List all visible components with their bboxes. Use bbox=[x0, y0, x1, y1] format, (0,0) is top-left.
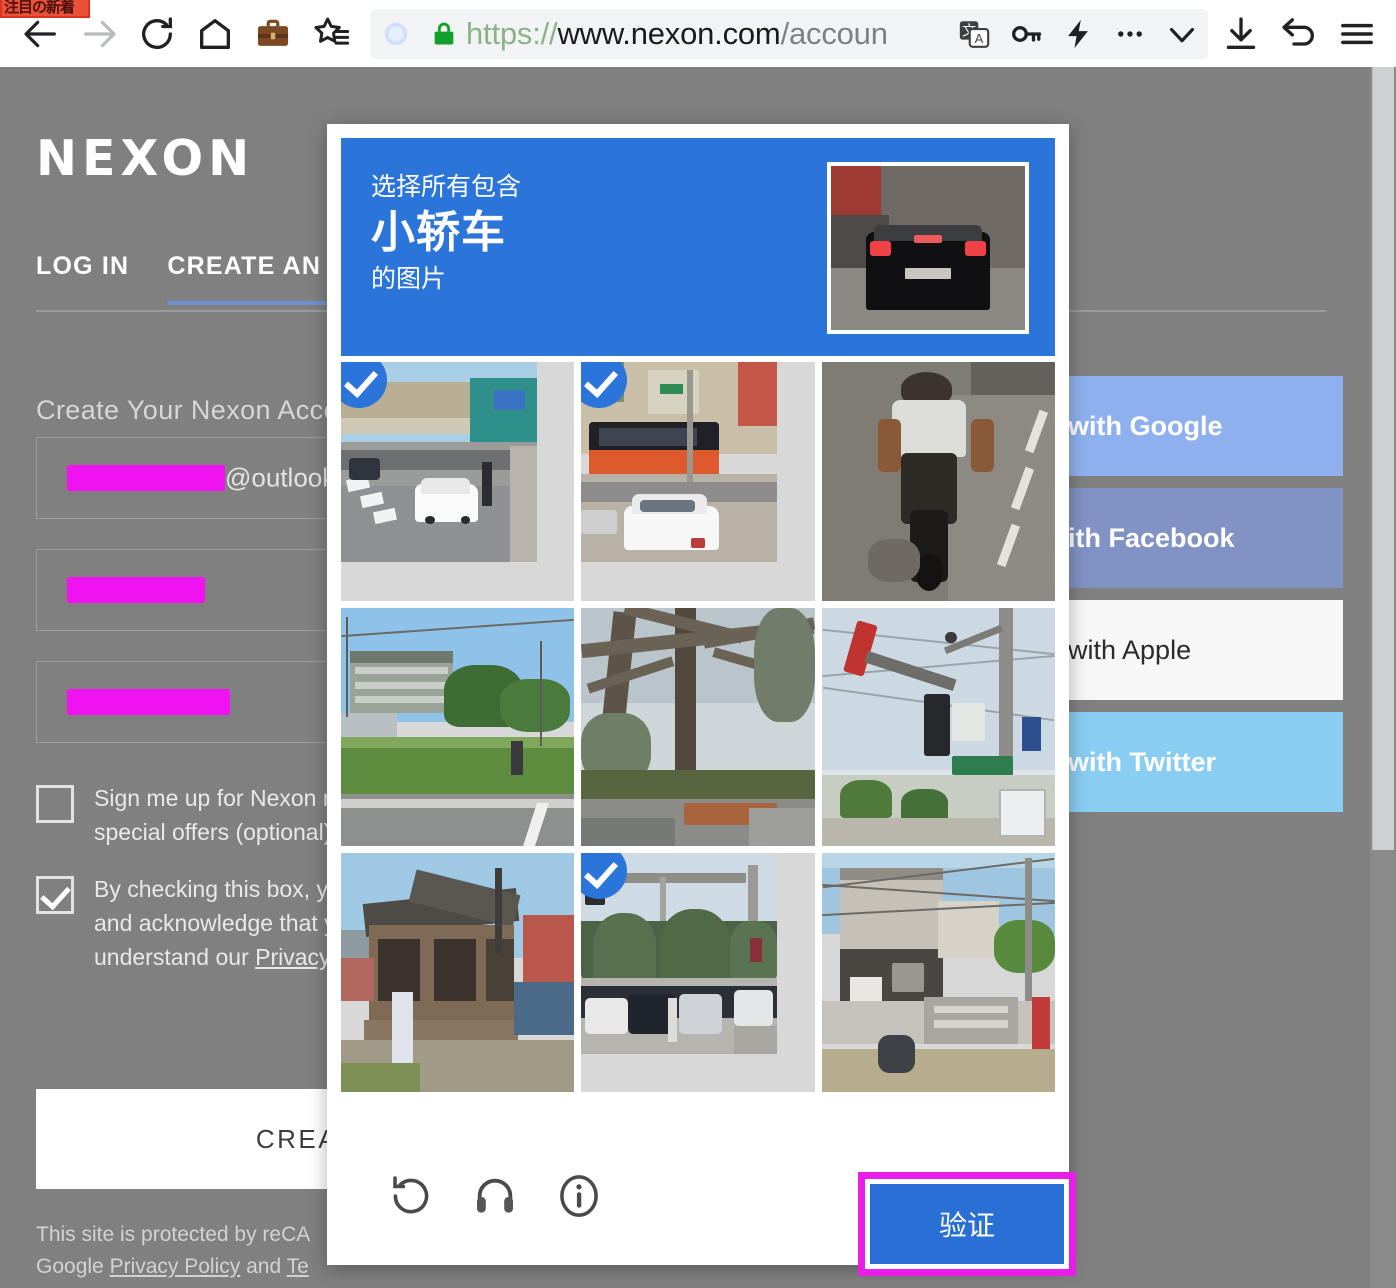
browser-toolbar: 注目の新着 https://www.nexon.com/accoun 文A bbox=[0, 0, 1396, 67]
url-text[interactable]: https://www.nexon.com/accoun bbox=[466, 16, 948, 52]
prompt-line-3: 的图片 bbox=[371, 262, 521, 296]
prompt-line-1: 选择所有包含 bbox=[371, 170, 521, 204]
confirm-password-redaction bbox=[67, 689, 230, 715]
recaptcha-tile-grid bbox=[341, 362, 1055, 1092]
page-scrollbar[interactable] bbox=[1370, 67, 1396, 1288]
menu-icon[interactable] bbox=[1328, 5, 1386, 63]
history-back-icon[interactable] bbox=[1270, 5, 1328, 63]
table-row[interactable] bbox=[822, 362, 1055, 601]
table-row[interactable] bbox=[341, 608, 574, 847]
sign-in-with-twitter-button[interactable]: with Twitter bbox=[1068, 712, 1343, 812]
recaptcha-prompt: 选择所有包含 小轿车 的图片 bbox=[341, 138, 521, 296]
chevron-down-icon[interactable] bbox=[1156, 9, 1208, 59]
terms-line-1: By checking this box, yo bbox=[94, 872, 341, 906]
password-redaction bbox=[67, 577, 205, 603]
table-row[interactable] bbox=[581, 853, 814, 1092]
sign-in-with-apple-button[interactable]: with Apple bbox=[1068, 600, 1343, 700]
table-row[interactable] bbox=[341, 853, 574, 1092]
sign-in-with-facebook-button[interactable]: ith Facebook bbox=[1068, 488, 1343, 588]
notification-badge-label: 注目の新着 bbox=[2, 0, 88, 16]
email-domain-text: @outlook bbox=[225, 463, 335, 494]
apple-button-label: with Apple bbox=[1068, 635, 1191, 666]
recaptcha-notice-line-2: Google Privacy Policy and Te bbox=[36, 1251, 310, 1283]
table-row[interactable] bbox=[581, 362, 814, 601]
verify-button-highlight: 验证 bbox=[858, 1172, 1076, 1276]
info-icon[interactable] bbox=[537, 1161, 621, 1231]
notification-badge: 注目の新着 bbox=[0, 0, 90, 18]
sign-in-with-google-button[interactable]: with Google bbox=[1068, 376, 1343, 476]
page-scrollbar-thumb[interactable] bbox=[1372, 67, 1394, 850]
home-icon[interactable] bbox=[186, 5, 244, 63]
table-row[interactable] bbox=[822, 853, 1055, 1092]
tile-image-7 bbox=[341, 853, 574, 1092]
recaptcha-image-challenge-dialog: 选择所有包含 小轿车 的图片 bbox=[327, 124, 1069, 1265]
tile-image-6 bbox=[822, 608, 1055, 847]
recaptcha-notice-line-1: This site is protected by reCA bbox=[36, 1219, 310, 1251]
recaptcha-header: 选择所有包含 小轿车 的图片 bbox=[341, 138, 1055, 356]
google-terms-link[interactable]: Te bbox=[287, 1255, 309, 1278]
terms-checkbox[interactable] bbox=[36, 876, 74, 914]
terms-line-2: and acknowledge that y bbox=[94, 906, 341, 940]
download-icon[interactable] bbox=[1212, 5, 1270, 63]
audio-headphone-icon[interactable] bbox=[453, 1161, 537, 1231]
google-button-label: with Google bbox=[1068, 411, 1223, 442]
more-icon[interactable] bbox=[1104, 9, 1156, 59]
tab-create-account[interactable]: CREATE AN A bbox=[167, 252, 347, 305]
tile-image-4 bbox=[341, 608, 574, 847]
translate-icon[interactable]: 文A bbox=[948, 9, 1000, 59]
verify-button[interactable]: 验证 bbox=[865, 1179, 1069, 1269]
nexon-logo: NEXON bbox=[36, 130, 254, 187]
prompt-target-object: 小轿车 bbox=[371, 204, 521, 262]
google-privacy-link[interactable]: Privacy Policy bbox=[110, 1255, 241, 1278]
newsletter-checkbox[interactable] bbox=[36, 785, 74, 823]
lightning-icon[interactable] bbox=[1052, 9, 1104, 59]
address-bar[interactable]: https://www.nexon.com/accoun 文A bbox=[370, 9, 1208, 59]
briefcase-icon[interactable] bbox=[244, 5, 302, 63]
tile-image-5 bbox=[581, 608, 814, 847]
example-image-thumbnail bbox=[827, 162, 1029, 334]
form-title: Create Your Nexon Acco bbox=[36, 395, 339, 426]
facebook-button-label: ith Facebook bbox=[1068, 523, 1235, 554]
collections-icon[interactable] bbox=[302, 5, 360, 63]
terms-label: By checking this box, yo and acknowledge… bbox=[94, 872, 341, 974]
svg-text:A: A bbox=[975, 32, 984, 47]
newsletter-label: Sign me up for Nexon n special offers (o… bbox=[94, 781, 336, 849]
email-redaction bbox=[67, 465, 225, 491]
shield-icon[interactable] bbox=[370, 9, 422, 59]
terms-checkbox-row[interactable]: By checking this box, yo and acknowledge… bbox=[36, 872, 341, 974]
reload-icon[interactable] bbox=[128, 5, 186, 63]
refresh-icon[interactable] bbox=[369, 1161, 453, 1231]
newsletter-line-1: Sign me up for Nexon n bbox=[94, 781, 336, 815]
table-row[interactable] bbox=[341, 362, 574, 601]
recaptcha-notice: This site is protected by reCA Google Pr… bbox=[36, 1219, 310, 1283]
table-row[interactable] bbox=[822, 608, 1055, 847]
twitter-button-label: with Twitter bbox=[1068, 747, 1216, 778]
privacy-link[interactable]: Privacy bbox=[255, 944, 330, 970]
tile-image-9 bbox=[822, 853, 1055, 1092]
tile-image-3 bbox=[822, 362, 1055, 601]
newsletter-checkbox-row[interactable]: Sign me up for Nexon n special offers (o… bbox=[36, 781, 336, 849]
key-icon[interactable] bbox=[1000, 9, 1052, 59]
lock-icon[interactable] bbox=[422, 9, 466, 59]
tab-log-in[interactable]: LOG IN bbox=[36, 252, 129, 301]
terms-line-3: understand our Privacy bbox=[94, 940, 341, 974]
newsletter-line-2: special offers (optional) bbox=[94, 815, 336, 849]
table-row[interactable] bbox=[581, 608, 814, 847]
